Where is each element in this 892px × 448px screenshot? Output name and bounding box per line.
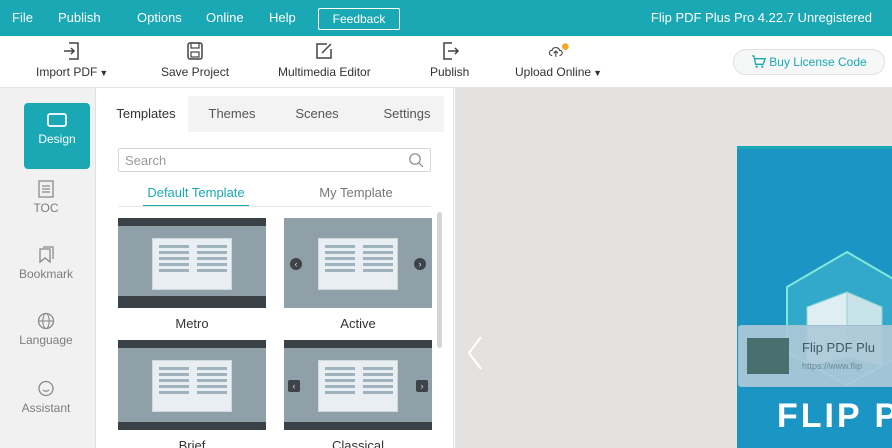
buy-license-button[interactable]: Buy License Code <box>733 49 885 75</box>
rail-label-assistant: Assistant <box>21 401 71 415</box>
thumb-topbar <box>118 218 266 226</box>
book-cover[interactable]: FLIP P <box>737 146 892 448</box>
book-thumbnail <box>747 338 789 374</box>
upload-online-label: Upload Online <box>515 65 592 79</box>
import-pdf-button[interactable]: Import PDF ▼ <box>36 40 108 79</box>
panel-scrollbar[interactable] <box>437 212 442 348</box>
thumb-bottombar <box>118 296 266 308</box>
rail-label-language: Language <box>19 333 73 347</box>
feedback-button[interactable]: Feedback <box>318 8 400 30</box>
app-title: Flip PDF Plus Pro 4.22.7 Unregistered <box>650 10 872 25</box>
chevron-down-icon: ▼ <box>99 68 109 78</box>
chevron-left-icon[interactable] <box>463 333 487 373</box>
cloud-upload-icon <box>549 43 570 57</box>
menu-publish[interactable]: Publish <box>58 10 101 25</box>
card-url: https://www.flip <box>802 361 863 371</box>
template-thumb-metro[interactable] <box>118 218 266 308</box>
rail-item-toc[interactable]: TOC <box>0 180 92 215</box>
edit-icon <box>316 43 333 59</box>
save-icon <box>187 42 203 60</box>
globe-icon <box>37 312 55 330</box>
thumb-topbar <box>284 340 432 348</box>
template-label-metro: Metro <box>175 316 209 331</box>
import-icon <box>64 42 79 60</box>
template-label-classical: Classical <box>331 438 384 448</box>
menu-help[interactable]: Help <box>269 10 296 25</box>
publish-label: Publish <box>430 65 470 79</box>
bookmark-icon <box>39 246 54 264</box>
toc-icon <box>38 180 54 198</box>
subtab-divider <box>118 206 431 207</box>
thumb-bottombar <box>118 422 266 430</box>
arrow-left-icon: ‹ <box>288 380 300 392</box>
preview-area: FLIP P Flip PDF Plu https://www.flip <box>455 88 892 448</box>
rail-item-assistant[interactable]: Assistant <box>0 380 92 415</box>
menu-options[interactable]: Options <box>137 10 182 25</box>
template-label-brief: Brief <box>178 438 206 448</box>
multimedia-editor-button[interactable]: Multimedia Editor <box>278 40 371 79</box>
thumb-book <box>152 360 232 412</box>
multimedia-editor-label: Multimedia Editor <box>278 65 371 79</box>
template-thumb-classical[interactable]: ‹ › <box>284 340 432 430</box>
thumb-book <box>318 238 398 290</box>
template-label-active: Active <box>340 316 376 331</box>
subtab-my-template[interactable]: My Template <box>308 185 404 200</box>
menu-bar: File Publish Options Online Help Feedbac… <box>0 0 892 36</box>
book-info-card[interactable]: Flip PDF Plu https://www.flip <box>738 325 892 387</box>
publish-button[interactable]: Publish <box>430 40 469 79</box>
thumb-book <box>318 360 398 412</box>
panel-tabs: Templates Themes Scenes Settings <box>104 96 444 132</box>
export-icon <box>442 42 459 60</box>
template-thumb-brief[interactable] <box>118 340 266 430</box>
search-icon[interactable] <box>408 152 424 168</box>
chevron-down-icon: ▼ <box>593 68 602 78</box>
search-box <box>118 148 431 172</box>
cart-icon <box>752 55 767 68</box>
tab-templates[interactable]: Templates <box>104 96 188 132</box>
rail-label-toc: TOC <box>33 201 59 215</box>
toolbar: Import PDF ▼ Save Project Multimedia Edit… <box>0 36 892 88</box>
thumb-bottombar <box>284 422 432 430</box>
menu-online[interactable]: Online <box>206 10 244 25</box>
design-icon <box>47 113 67 127</box>
arrow-right-icon: › <box>416 380 428 392</box>
template-thumb-active[interactable]: ‹ › <box>284 218 432 308</box>
save-project-label: Save Project <box>161 65 230 79</box>
rail-label-bookmark: Bookmark <box>18 267 74 281</box>
upload-online-button[interactable]: Upload Online ▼ <box>515 40 602 79</box>
buy-license-label: Buy License Code <box>769 55 867 69</box>
arrow-left-icon: ‹ <box>290 258 302 270</box>
search-input[interactable] <box>119 149 399 171</box>
rail-item-bookmark[interactable]: Bookmark <box>0 246 92 281</box>
tab-scenes[interactable]: Scenes <box>284 96 350 132</box>
rail-item-design[interactable]: Design <box>24 103 90 169</box>
save-project-button[interactable]: Save Project <box>161 40 229 79</box>
thumb-topbar <box>118 340 266 348</box>
menu-file[interactable]: File <box>12 10 33 25</box>
rail-label-design: Design <box>38 132 76 146</box>
rail-item-language[interactable]: Language <box>0 312 92 347</box>
left-rail: Design TOC Bookmark Language Assistant <box>0 88 96 448</box>
tab-settings[interactable]: Settings <box>372 96 442 132</box>
import-pdf-label: Import PDF <box>36 65 98 79</box>
tab-themes[interactable]: Themes <box>194 96 270 132</box>
subtab-default-template[interactable]: Default Template <box>143 185 249 207</box>
chat-icon <box>38 380 54 397</box>
cover-title: FLIP P <box>777 397 892 435</box>
card-title: Flip PDF Plu <box>802 340 875 355</box>
template-panel: Templates Themes Scenes Settings Default… <box>96 88 454 448</box>
arrow-right-icon: › <box>414 258 426 270</box>
thumb-book <box>152 238 232 290</box>
